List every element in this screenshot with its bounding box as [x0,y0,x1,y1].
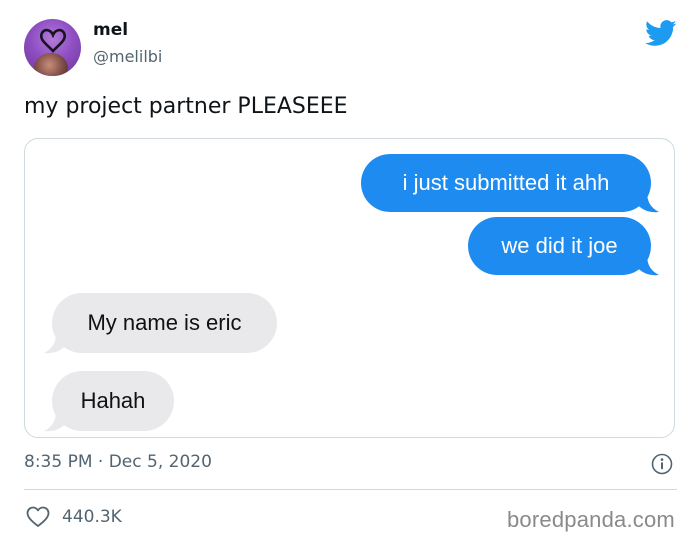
tweet-timestamp[interactable]: 8:35 PM · Dec 5, 2020 [24,452,212,472]
chat-screenshot[interactable]: i just submitted it ahh we did it joe My… [24,138,675,438]
user-handle[interactable]: @melilbi [93,47,162,66]
message-bubble-received: My name is eric [52,293,277,353]
watermark: boredpanda.com [507,507,675,532]
heart-icon [26,506,50,527]
user-name[interactable]: mel [93,20,128,40]
divider [24,489,677,490]
message-bubble-received: Hahah [52,371,174,431]
info-icon[interactable] [651,453,673,475]
like-button[interactable]: 440.3K [26,506,122,528]
tweet-text: my project partner PLEASEEE [24,94,348,119]
twitter-bird-icon[interactable] [645,20,677,47]
like-count: 440.3K [62,507,122,527]
avatar[interactable] [24,19,81,76]
message-bubble-sent: we did it joe [468,217,651,275]
avatar-photo [34,53,68,76]
heart-headband-icon [39,28,67,53]
message-bubble-sent: i just submitted it ahh [361,154,651,212]
